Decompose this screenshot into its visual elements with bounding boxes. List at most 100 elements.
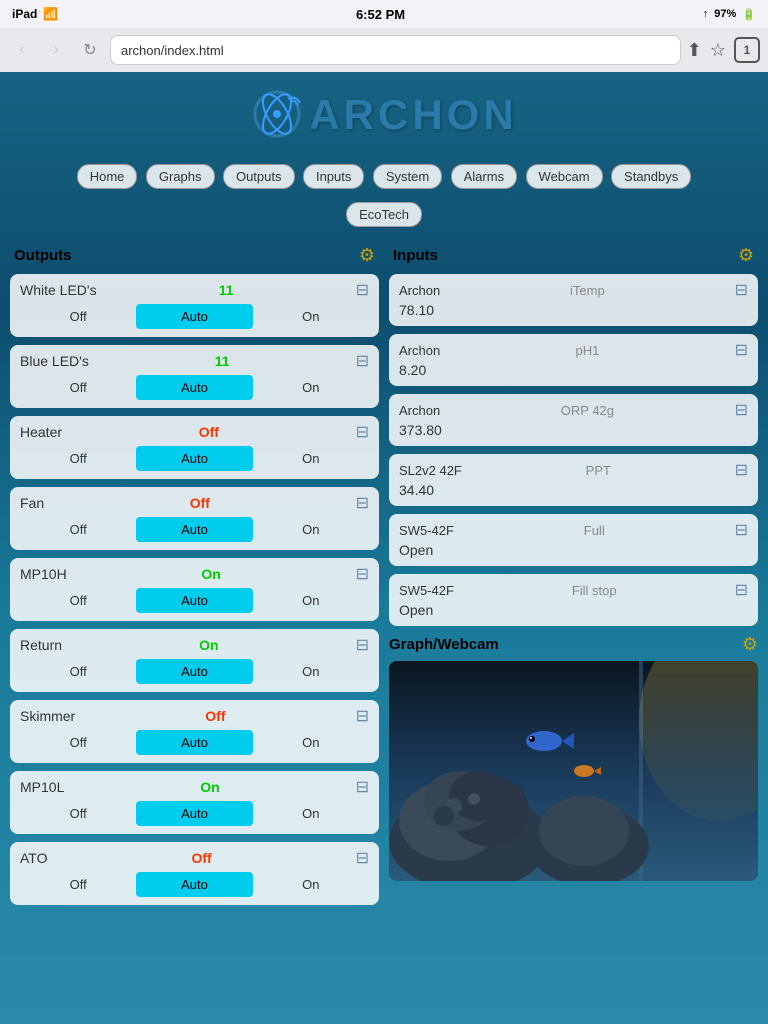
ctrl-on-white-leds[interactable]: On [253,304,369,329]
card-name-heater: Heater [20,424,62,440]
ctrl-on-mp10l[interactable]: On [253,801,369,826]
nav-outputs[interactable]: Outputs [223,164,295,189]
graph-gear-icon[interactable]: ⚙ [742,634,758,655]
nav-standbys[interactable]: Standbys [611,164,691,189]
logo-icon [250,87,305,142]
input-name-itemp: iTemp [570,283,605,298]
sliders-icon-sw5-full[interactable]: ⊟ [735,520,748,540]
input-card-itemp: Archon iTemp ⊟ 78.10 [389,274,758,326]
nav-inputs[interactable]: Inputs [303,164,364,189]
ctrl-auto-return[interactable]: Auto [136,659,252,684]
sliders-icon-mp10l[interactable]: ⊟ [356,777,369,797]
nav-system[interactable]: System [373,164,442,189]
reload-button[interactable]: ↻ [76,36,104,64]
ctrl-off-fan[interactable]: Off [20,517,136,542]
card-name-return: Return [20,637,62,653]
address-bar[interactable]: archon/index.html [110,35,681,65]
sliders-icon-itemp[interactable]: ⊟ [735,280,748,300]
back-button[interactable]: ‹ [8,36,36,64]
sliders-icon-sw5-fill[interactable]: ⊟ [735,580,748,600]
input-value-sw5-fill: Open [399,600,748,618]
ctrl-auto-fan[interactable]: Auto [136,517,252,542]
output-card-mp10l: MP10L On ⊟ Off Auto On [10,771,379,834]
ctrl-off-heater[interactable]: Off [20,446,136,471]
battery-label: 97% [714,8,736,20]
nav-home[interactable]: Home [77,164,138,189]
ctrl-auto-blue-leds[interactable]: Auto [136,375,252,400]
nav-graphs[interactable]: Graphs [146,164,215,189]
sliders-icon-heater[interactable]: ⊟ [356,422,369,442]
outputs-title: Outputs [14,247,72,264]
card-name-mp10l: MP10L [20,779,64,795]
input-value-sw5-full: Open [399,540,748,558]
card-controls-ato: Off Auto On [20,872,369,897]
inputs-title: Inputs [393,247,438,264]
card-name-blue-leds: Blue LED's [20,353,89,369]
output-card-mp10h: MP10H On ⊟ Off Auto On [10,558,379,621]
ctrl-on-fan[interactable]: On [253,517,369,542]
input-card-orp: Archon ORP 42g ⊟ 373.80 [389,394,758,446]
input-card-ph1: Archon pH1 ⊟ 8.20 [389,334,758,386]
ctrl-auto-heater[interactable]: Auto [136,446,252,471]
sliders-icon-white-leds[interactable]: ⊟ [356,280,369,300]
input-card-sw5-fill: SW5-42F Fill stop ⊟ Open [389,574,758,626]
ctrl-on-heater[interactable]: On [253,446,369,471]
ctrl-off-skimmer[interactable]: Off [20,730,136,755]
input-value-itemp: 78.10 [399,300,748,318]
time-display: 6:52 PM [356,7,405,22]
ctrl-on-mp10h[interactable]: On [253,588,369,613]
sliders-icon-mp10h[interactable]: ⊟ [356,564,369,584]
ctrl-auto-ato[interactable]: Auto [136,872,252,897]
ctrl-auto-skimmer[interactable]: Auto [136,730,252,755]
ctrl-off-mp10h[interactable]: Off [20,588,136,613]
input-source-orp: Archon [399,403,440,418]
input-source-sw5-fill: SW5-42F [399,583,454,598]
ctrl-auto-mp10l[interactable]: Auto [136,801,252,826]
outputs-gear-icon[interactable]: ⚙ [359,245,375,266]
ctrl-off-ato[interactable]: Off [20,872,136,897]
ctrl-off-mp10l[interactable]: Off [20,801,136,826]
bookmark-button[interactable]: ☆ [710,40,726,61]
ctrl-auto-mp10h[interactable]: Auto [136,588,252,613]
battery-icon: 🔋 [742,8,756,21]
ctrl-on-skimmer[interactable]: On [253,730,369,755]
ctrl-off-white-leds[interactable]: Off [20,304,136,329]
forward-button[interactable]: › [42,36,70,64]
ctrl-on-return[interactable]: On [253,659,369,684]
sliders-icon-blue-leds[interactable]: ⊟ [356,351,369,371]
card-name-white-leds: White LED's [20,282,97,298]
input-source-sw5-full: SW5-42F [399,523,454,538]
wifi-icon: 📶 [43,7,58,21]
card-name-fan: Fan [20,495,44,511]
signal-icon: ↑ [703,8,709,20]
output-card-white-leds: White LED's 11 ⊟ Off Auto On [10,274,379,337]
tab-count[interactable]: 1 [734,37,760,63]
inputs-gear-icon[interactable]: ⚙ [738,245,754,266]
nav-ecotech[interactable]: EcoTech [346,202,422,227]
output-card-blue-leds: Blue LED's 11 ⊟ Off Auto On [10,345,379,408]
ctrl-on-ato[interactable]: On [253,872,369,897]
sliders-icon-ato[interactable]: ⊟ [356,848,369,868]
input-card-ppt: SL2v2 42F PPT ⊟ 34.40 [389,454,758,506]
nav-sub: EcoTech [0,196,768,233]
webcam-image [389,661,758,881]
sliders-icon-ph1[interactable]: ⊟ [735,340,748,360]
sliders-icon-return[interactable]: ⊟ [356,635,369,655]
share-button[interactable]: ⬆ [687,40,702,61]
input-name-orp: ORP 42g [561,403,614,418]
nav-webcam[interactable]: Webcam [526,164,603,189]
card-controls-heater: Off Auto On [20,446,369,471]
sliders-icon-orp[interactable]: ⊟ [735,400,748,420]
nav-alarms[interactable]: Alarms [451,164,517,189]
sliders-icon-fan[interactable]: ⊟ [356,493,369,513]
main-content: ARCHON Home Graphs Outputs Inputs System… [0,72,768,923]
input-source-ph1: Archon [399,343,440,358]
ctrl-on-blue-leds[interactable]: On [253,375,369,400]
ctrl-off-blue-leds[interactable]: Off [20,375,136,400]
ctrl-auto-white-leds[interactable]: Auto [136,304,252,329]
sliders-icon-ppt[interactable]: ⊟ [735,460,748,480]
ctrl-off-return[interactable]: Off [20,659,136,684]
sliders-icon-skimmer[interactable]: ⊟ [356,706,369,726]
card-name-mp10h: MP10H [20,566,67,582]
card-status-ato: Off [191,850,211,866]
